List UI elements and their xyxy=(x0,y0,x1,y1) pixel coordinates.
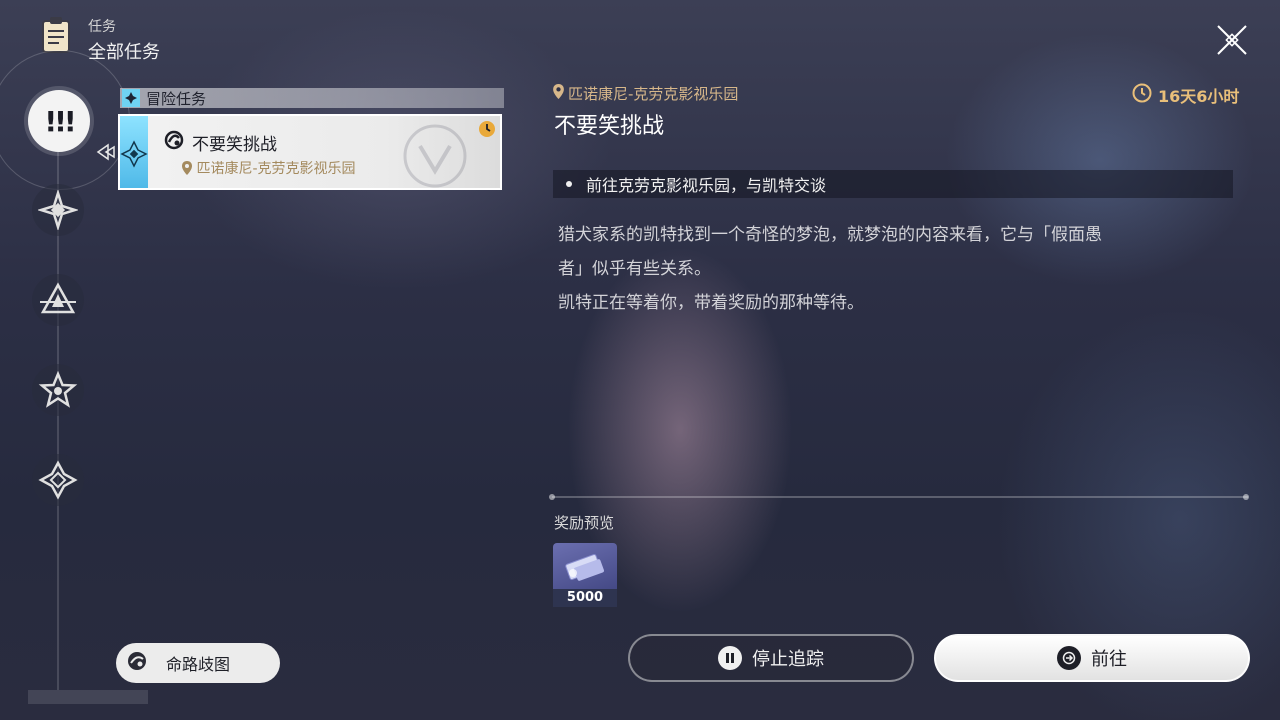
diamond-star-icon xyxy=(38,460,78,500)
close-button[interactable] xyxy=(1210,18,1254,62)
go-button[interactable]: 前往 xyxy=(934,634,1250,682)
adventure-quest-icon xyxy=(120,140,148,168)
quest-category-label: 冒险任务 xyxy=(146,89,207,108)
quest-title: 不要笑挑战 xyxy=(554,114,665,139)
credit-ticket-icon xyxy=(565,554,604,581)
quest-log-icon xyxy=(40,16,72,54)
stop-tracking-label: 停止追踪 xyxy=(752,649,824,670)
category-all-button[interactable]: !!! xyxy=(28,90,90,152)
header-subtitle: 任务 xyxy=(88,19,116,35)
location-pin-icon xyxy=(182,161,192,179)
description-line: 猎犬家系的凯特找到一个奇怪的梦泡，就梦泡的内容来看，它与「假面愚 xyxy=(558,225,1102,245)
description-line: 者」似乎有些关系。 xyxy=(558,259,711,279)
quest-timer: 16天6小时 xyxy=(1132,83,1239,107)
category-adventure-button[interactable] xyxy=(32,364,84,416)
stop-tracking-button[interactable]: 停止追踪 xyxy=(628,634,914,682)
go-label: 前往 xyxy=(1091,649,1127,670)
category-daily-button[interactable] xyxy=(32,454,84,506)
close-icon xyxy=(1217,25,1247,55)
bullet-dot xyxy=(566,181,572,187)
four-point-star-icon xyxy=(38,190,78,230)
reward-item[interactable]: 5000 xyxy=(553,543,617,607)
location-pin-icon xyxy=(553,84,564,103)
divider xyxy=(552,496,1248,498)
time-limited-icon xyxy=(478,120,496,138)
quest-stripe xyxy=(120,116,148,188)
category-trailblaze-button[interactable] xyxy=(32,184,84,236)
mission-type-icon xyxy=(164,130,184,150)
description-line: 凯特正在等着你，带着奖励的那种等待。 xyxy=(558,293,864,313)
roadmap-icon xyxy=(126,650,148,676)
timer-text: 16天6小时 xyxy=(1158,87,1240,106)
quest-objective: 前往克劳克影视乐园，与凯特交谈 xyxy=(553,170,1233,198)
reward-count: 5000 xyxy=(553,589,617,607)
quest-name: 不要笑挑战 xyxy=(192,135,277,155)
category-companion-button[interactable] xyxy=(32,274,84,326)
triangle-star-icon xyxy=(40,282,76,314)
divider-dot xyxy=(549,494,555,500)
divider-dot xyxy=(1243,494,1249,500)
exclamation-icon: !!! xyxy=(44,104,76,138)
selected-arrow-icon xyxy=(96,142,116,162)
page-title: 全部任务 xyxy=(88,42,160,63)
navigate-icon xyxy=(1057,646,1081,670)
quest-list-item[interactable]: 不要笑挑战 匹诺康尼-克劳克影视乐园 xyxy=(118,114,502,190)
roadmap-label: 命路歧图 xyxy=(166,655,231,674)
clock-icon xyxy=(1132,83,1152,107)
detail-location-text: 匹诺康尼-克劳克影视乐园 xyxy=(568,85,739,103)
quest-location: 匹诺康尼-克劳克影视乐园 xyxy=(182,158,356,179)
star-icon xyxy=(38,370,78,408)
roadmap-button[interactable]: 命路歧图 xyxy=(116,643,280,683)
pause-icon xyxy=(718,646,742,670)
detail-location: 匹诺康尼-克劳克影视乐园 xyxy=(553,83,738,104)
adventure-category-icon xyxy=(122,89,140,107)
objective-text: 前往克劳克影视乐园，与凯特交谈 xyxy=(586,176,827,195)
quest-location-text: 匹诺康尼-克劳克影视乐园 xyxy=(196,161,356,177)
reward-preview-title: 奖励预览 xyxy=(554,514,615,532)
quest-description: 猎犬家系的凯特找到一个奇怪的梦泡，就梦泡的内容来看，它与「假面愚 者」似乎有些关… xyxy=(558,218,1218,320)
quest-category-header: 冒险任务 xyxy=(120,88,504,108)
bottom-decoration xyxy=(28,690,148,704)
quest-emblem-decoration xyxy=(403,124,467,188)
